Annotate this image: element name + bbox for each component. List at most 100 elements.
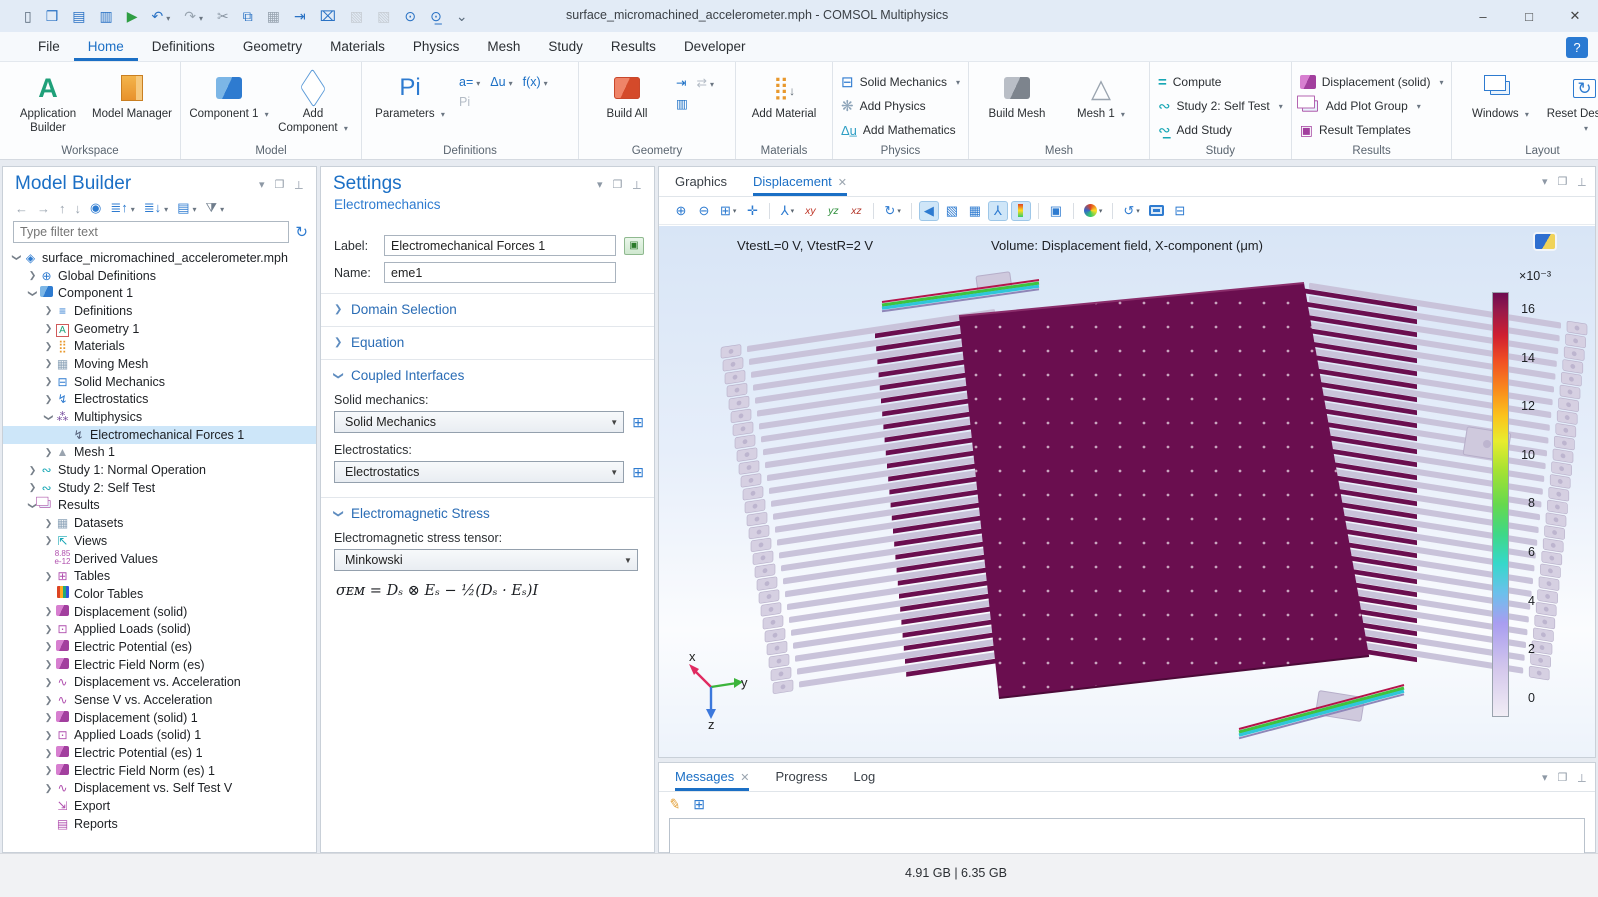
tree-chevron-icon[interactable]: ❯ <box>43 341 54 352</box>
stress-tensor-combo[interactable]: Minkowski▼ <box>334 549 638 571</box>
filter-input[interactable] <box>13 221 289 243</box>
show-icon[interactable]: ◉ <box>90 200 101 216</box>
ribbon-tab-home[interactable]: Home <box>74 34 138 61</box>
ribbon-tab-geometry[interactable]: Geometry <box>229 34 316 61</box>
tree-node[interactable]: ❯▦Datasets <box>3 514 316 532</box>
tree-chevron-icon[interactable]: ❯ <box>43 677 54 688</box>
component-1-button[interactable]: Component 1 ▾ <box>189 68 269 121</box>
windows-button[interactable]: Windows ▾ <box>1460 68 1540 121</box>
tree-chevron-icon[interactable]: ❯ <box>43 641 54 652</box>
panel-pin-icon[interactable]: ⊤ <box>1577 771 1587 784</box>
default-3d-view-icon[interactable]: ⅄▾ <box>777 201 797 221</box>
tree-node[interactable]: 8.85e-12Derived Values <box>3 550 316 568</box>
tree-chevron-icon[interactable]: ❯ <box>43 624 54 635</box>
tree-chevron-icon[interactable]: ❯ <box>43 376 54 387</box>
tree-node[interactable]: ❯⣿Materials <box>3 337 316 355</box>
panel-float-icon[interactable]: ❐ <box>1558 175 1568 188</box>
scene-light-icon[interactable]: ◀ <box>919 201 939 221</box>
tree-node[interactable]: ❯⇱Views <box>3 532 316 550</box>
tree-node[interactable]: ❯⊞Tables <box>3 567 316 585</box>
tree-chevron-icon[interactable]: ❯ <box>43 748 54 759</box>
solid-mechanics-interface-button[interactable]: ⊟Solid Mechanics▾ <box>841 72 960 92</box>
tree-chevron-icon[interactable]: ❯ <box>43 323 54 334</box>
tree-node[interactable]: ❯∾Study 1: Normal Operation <box>3 461 316 479</box>
compute-button[interactable]: =Compute <box>1158 72 1283 92</box>
panel-menu-icon[interactable]: ▾ <box>1542 175 1548 188</box>
tree-chevron-icon[interactable]: ❯ <box>43 518 54 529</box>
ribbon-tab-developer[interactable]: Developer <box>670 34 760 61</box>
panel-pin-icon[interactable]: ⊤ <box>294 178 304 191</box>
delete-icon[interactable]: ⌧ <box>320 9 336 23</box>
tree-chevron-icon[interactable]: ❯ <box>11 252 22 263</box>
variables-button[interactable]: a=▾ <box>454 72 485 92</box>
tree-chevron-icon[interactable]: ❯ <box>27 288 38 299</box>
study-2-self-test-button-button[interactable]: ∾Study 2: Self Test▾ <box>1158 96 1283 116</box>
zoom-in-icon[interactable]: ⊕ <box>671 201 691 221</box>
tree-node[interactable]: ▤Reports <box>3 815 316 833</box>
copy-icon[interactable]: ⧉ <box>243 9 253 23</box>
color-legend-icon[interactable] <box>1011 201 1031 221</box>
tree-node[interactable]: ❯⊕Global Definitions <box>3 267 316 285</box>
section-electromagnetic-stress[interactable]: ❯Electromagnetic Stress Electromagnetic … <box>321 497 654 601</box>
print-icon[interactable]: ⊟ <box>1170 201 1190 221</box>
panel-menu-icon[interactable]: ▾ <box>259 178 265 191</box>
tree-chevron-icon[interactable]: ❯ <box>43 695 54 706</box>
tree-node[interactable]: ❯Results <box>3 497 316 515</box>
panel-menu-icon[interactable]: ▾ <box>597 178 603 191</box>
view-yz-icon[interactable]: yz <box>823 201 843 221</box>
close-tab-icon[interactable]: ✕ <box>740 772 749 784</box>
import-geometry-button[interactable]: ⇥ <box>671 72 691 93</box>
name-input[interactable] <box>384 262 616 283</box>
move-up-icon[interactable]: ↑ <box>59 201 66 216</box>
tree-node[interactable]: ❯Electric Field Norm (es) 1 <box>3 762 316 780</box>
tree-chevron-icon[interactable]: ❯ <box>43 730 54 741</box>
zoom-extents-icon[interactable]: ✛ <box>742 201 762 221</box>
parameters-button[interactable]: PiParameters ▾ <box>370 68 450 121</box>
tree-chevron-icon[interactable]: ❯ <box>43 571 54 582</box>
ribbon-tab-study[interactable]: Study <box>534 34 597 61</box>
tree-node[interactable]: ❯⊡Applied Loads (solid) <box>3 620 316 638</box>
add-physics-button[interactable]: ❋Add Physics <box>841 96 960 116</box>
tree-node[interactable]: ❯Component 1 <box>3 284 316 302</box>
tree-node[interactable]: ❯AGeometry 1 <box>3 320 316 338</box>
tree-node[interactable]: ❯◈surface_micromachined_accelerometer.mp… <box>3 249 316 267</box>
tree-chevron-icon[interactable]: ❯ <box>43 358 54 369</box>
panel-float-icon[interactable]: ❐ <box>1558 771 1568 784</box>
tree-node[interactable]: ⇲Export <box>3 797 316 815</box>
virtual-operations-button[interactable]: ▥ <box>671 93 693 114</box>
tree-chevron-icon[interactable]: ❯ <box>27 270 38 281</box>
maximize-button[interactable]: □ <box>1506 0 1552 32</box>
tree-chevron-icon[interactable]: ❯ <box>43 447 54 458</box>
mesh-1-button-button[interactable]: △Mesh 1 ▾ <box>1061 68 1141 121</box>
messages-output[interactable] <box>669 818 1585 856</box>
transparency-icon[interactable]: ▧ <box>942 201 962 221</box>
nonlocal-couplings-button[interactable]: Δu▾ <box>485 72 517 92</box>
save-search-file[interactable]: ▥ <box>100 9 113 23</box>
tree-node[interactable]: ❯Displacement (solid) <box>3 603 316 621</box>
application-builder-button[interactable]: AApplication Builder <box>8 68 88 136</box>
ribbon-tab-definitions[interactable]: Definitions <box>138 34 229 61</box>
tree-node[interactable]: ❯⊟Solid Mechanics <box>3 373 316 391</box>
tree-chevron-icon[interactable]: ❯ <box>27 482 38 493</box>
add-material-button[interactable]: ⣿↓Add Material <box>744 68 824 121</box>
back-icon[interactable]: ← <box>15 201 28 216</box>
collapse-all-icon[interactable]: ≣↓▾ <box>144 200 168 216</box>
tree-node[interactable]: Color Tables <box>3 585 316 603</box>
tree-node[interactable]: ❯▲Mesh 1 <box>3 444 316 462</box>
toolbar-overflow-icon[interactable]: ⌄ <box>456 9 468 23</box>
label-options-button[interactable]: ▣ <box>624 237 644 255</box>
build-all-geometry-button[interactable]: Build All <box>587 68 667 121</box>
result-templates-button[interactable]: ▣Result Templates <box>1300 120 1444 140</box>
tree-chevron-icon[interactable]: ❯ <box>43 765 54 776</box>
tree-chevron-icon[interactable]: ❯ <box>43 712 54 723</box>
solid-mechanics-combo[interactable]: Solid Mechanics▼ <box>334 411 624 433</box>
view-xy-icon[interactable]: xy <box>800 201 820 221</box>
find-icon[interactable]: ⊙ <box>404 9 416 23</box>
ribbon-tab-mesh[interactable]: Mesh <box>473 34 534 61</box>
add-plot-group-button[interactable]: Add Plot Group▾ <box>1300 96 1444 116</box>
tree-chevron-icon[interactable]: ❯ <box>43 659 54 670</box>
move-down-icon[interactable]: ↓ <box>75 201 82 216</box>
plot-thumbnail-icon[interactable] <box>1535 234 1555 249</box>
open-in-table-icon[interactable]: ⊞ <box>693 796 705 812</box>
undo-icon[interactable]: ↶▾ <box>152 9 171 23</box>
